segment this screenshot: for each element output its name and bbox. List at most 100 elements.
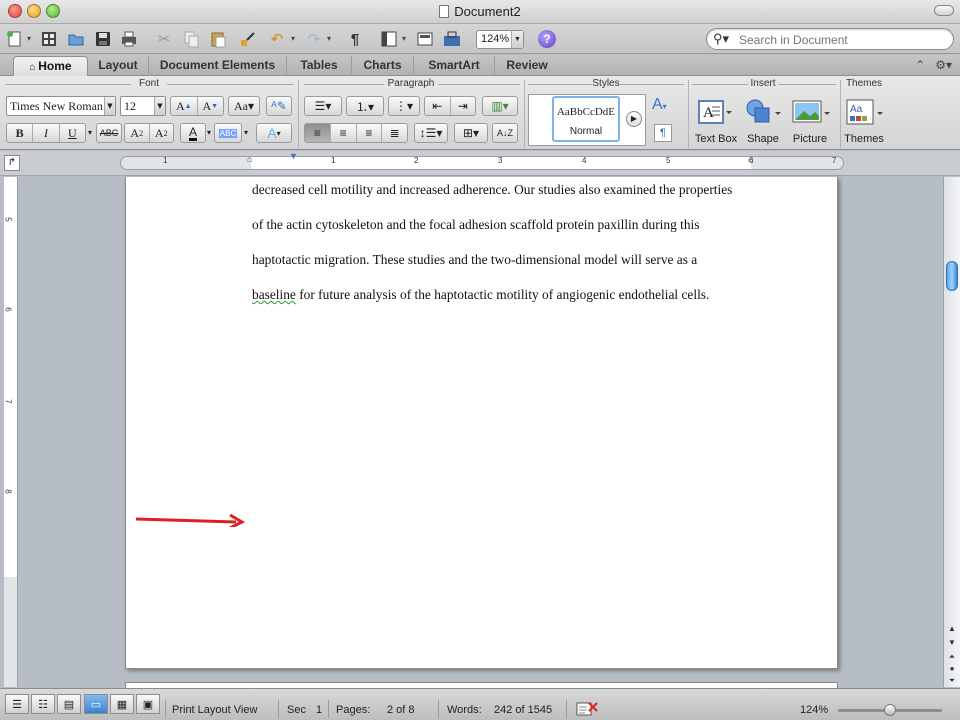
increase-indent-icon[interactable]: ⇥: [451, 97, 476, 115]
underline-icon[interactable]: U: [60, 124, 85, 142]
document-text-line[interactable]: baseline for future analysis of the hapt…: [252, 287, 709, 303]
document-page[interactable]: decreased cell motility and increased ad…: [125, 177, 838, 669]
picture-button[interactable]: [790, 100, 830, 124]
document-text-line[interactable]: decreased cell motility and increased ad…: [252, 182, 732, 198]
ribbon-settings-gear-icon[interactable]: ⚙▾: [935, 58, 952, 72]
decrease-indent-icon[interactable]: ⇤: [425, 97, 451, 115]
text-box-button[interactable]: A: [694, 100, 734, 124]
undo-menu-chevron-icon[interactable]: ▾: [291, 34, 295, 43]
collapse-ribbon-icon[interactable]: ⌃: [915, 58, 925, 72]
vertical-scrollbar[interactable]: ▲ ▼ ⏶ ● ⏷: [943, 177, 960, 687]
bullets-button[interactable]: ☰▾: [304, 96, 342, 116]
font-name-chevron-down-icon[interactable]: ▼: [104, 97, 115, 115]
browse-object-icon[interactable]: ●: [945, 663, 959, 675]
line-spacing-button[interactable]: ↕☰▾: [414, 123, 448, 143]
tab-stop-selector-icon[interactable]: ↱: [4, 155, 20, 171]
search-icon[interactable]: ⚲▾: [713, 31, 729, 47]
new-menu-chevron-icon[interactable]: ▾: [27, 34, 31, 43]
redo-icon[interactable]: ↷: [303, 28, 325, 50]
redo-menu-chevron-icon[interactable]: ▾: [327, 34, 331, 43]
text-effects-button[interactable]: A ▾: [256, 123, 292, 143]
shrink-font-icon[interactable]: A ▼: [198, 97, 224, 115]
scrollbar-thumb[interactable]: [946, 261, 958, 291]
zoom-chevron-down-icon[interactable]: ▼: [511, 31, 523, 48]
publishing-layout-view-icon[interactable]: ▤: [57, 694, 81, 714]
toolbar-toggle-button[interactable]: [934, 5, 954, 16]
styles-next-icon[interactable]: ▶: [626, 111, 642, 127]
save-icon[interactable]: [92, 28, 114, 50]
view-menu-chevron-icon[interactable]: ▾: [402, 34, 406, 43]
underline-chevron-down-icon[interactable]: ▾: [88, 128, 92, 137]
shape-button[interactable]: [742, 99, 782, 124]
vertical-ruler[interactable]: 5 6 7 8: [4, 177, 18, 687]
search-box[interactable]: ⚲▾: [706, 28, 954, 50]
paste-icon[interactable]: [207, 28, 229, 50]
previous-page-icon[interactable]: ⏶: [945, 651, 959, 663]
document-text-line[interactable]: haptotactic migration. These studies and…: [252, 252, 697, 268]
font-color-button[interactable]: A: [180, 123, 206, 143]
numbering-button[interactable]: ⒈▾: [346, 96, 384, 116]
show-formatting-marks-icon[interactable]: ¶: [344, 28, 366, 50]
spelling-flagged-word[interactable]: baseline: [252, 287, 296, 302]
outline-view-icon[interactable]: ☷: [31, 694, 55, 714]
notebook-layout-view-icon[interactable]: ▦: [110, 694, 134, 714]
change-case-button[interactable]: Aa▾: [228, 96, 260, 116]
borders-button[interactable]: ⊞▾: [454, 123, 488, 143]
font-color-chevron-down-icon[interactable]: ▾: [207, 128, 211, 137]
sort-button[interactable]: A↓Z: [492, 123, 518, 143]
zoom-select[interactable]: 124% ▼: [476, 30, 524, 49]
scroll-down-arrow-icon[interactable]: ▼: [945, 637, 959, 649]
styles-pane-icon[interactable]: ¶: [654, 124, 672, 142]
tab-layout[interactable]: Layout: [88, 56, 149, 76]
spelling-status-icon[interactable]: [576, 701, 598, 720]
focus-view-icon[interactable]: ▣: [136, 694, 160, 714]
templates-gallery-icon[interactable]: [38, 28, 60, 50]
italic-icon[interactable]: I: [33, 124, 60, 142]
align-center-icon[interactable]: ≡: [331, 124, 357, 142]
tab-review[interactable]: Review: [495, 56, 559, 76]
subscript-icon[interactable]: A2: [150, 124, 174, 142]
open-folder-icon[interactable]: [65, 28, 87, 50]
columns-button[interactable]: ▥▾: [482, 96, 518, 116]
justify-icon[interactable]: ≣: [382, 124, 407, 142]
multilevel-list-button[interactable]: ⋮▾: [388, 96, 420, 116]
help-icon[interactable]: ?: [538, 30, 556, 48]
first-line-indent-marker-icon[interactable]: ▼: [289, 151, 298, 161]
scroll-up-arrow-icon[interactable]: ▲: [945, 623, 959, 635]
superscript-icon[interactable]: A2: [125, 124, 150, 142]
left-indent-marker-icon[interactable]: ⌂: [247, 154, 252, 164]
print-layout-view-icon[interactable]: ▭: [84, 694, 108, 714]
new-document-icon[interactable]: [4, 28, 26, 50]
format-painter-icon[interactable]: [236, 28, 258, 50]
right-indent-marker-icon[interactable]: ⌂: [748, 154, 753, 164]
font-size-chevron-down-icon[interactable]: ▼: [154, 97, 165, 115]
tab-tables[interactable]: Tables: [287, 56, 352, 76]
quick-styles-icon[interactable]: A▾: [652, 96, 667, 114]
grow-font-icon[interactable]: A ▲: [171, 97, 198, 115]
horizontal-ruler[interactable]: 1 1 2 3 4 5 6 7 ⌂ ▼ ⌂: [120, 151, 844, 170]
align-left-icon[interactable]: ≡: [305, 124, 331, 142]
zoom-slider[interactable]: [838, 704, 942, 716]
align-right-icon[interactable]: ≡: [357, 124, 383, 142]
document-text-line[interactable]: of the actin cytoskeleton and the focal …: [252, 217, 699, 233]
font-size-select[interactable]: 12 ▼: [120, 96, 166, 116]
cut-icon[interactable]: ✂: [153, 28, 175, 50]
bold-icon[interactable]: B: [7, 124, 34, 142]
draft-view-icon[interactable]: ☰: [5, 694, 29, 714]
toolbox-icon[interactable]: [441, 28, 463, 50]
print-icon[interactable]: [118, 28, 140, 50]
media-browser-icon[interactable]: [414, 28, 436, 50]
tab-home[interactable]: ⌂ Home: [13, 56, 88, 76]
highlight-chevron-down-icon[interactable]: ▾: [244, 128, 248, 137]
tab-smartart[interactable]: SmartArt: [414, 56, 495, 76]
undo-icon[interactable]: ↶: [266, 28, 288, 50]
tab-charts[interactable]: Charts: [352, 56, 414, 76]
copy-icon[interactable]: [180, 28, 202, 50]
themes-button[interactable]: Aa: [844, 99, 884, 125]
search-input[interactable]: [739, 32, 939, 47]
font-name-select[interactable]: Times New Roman ▼: [6, 96, 116, 116]
strikethrough-button[interactable]: ABC: [96, 123, 122, 143]
zoom-slider-knob[interactable]: [884, 704, 896, 716]
clear-formatting-button[interactable]: ᴬ✎: [266, 96, 292, 116]
style-normal[interactable]: AaBbCcDdE Normal: [552, 96, 620, 142]
